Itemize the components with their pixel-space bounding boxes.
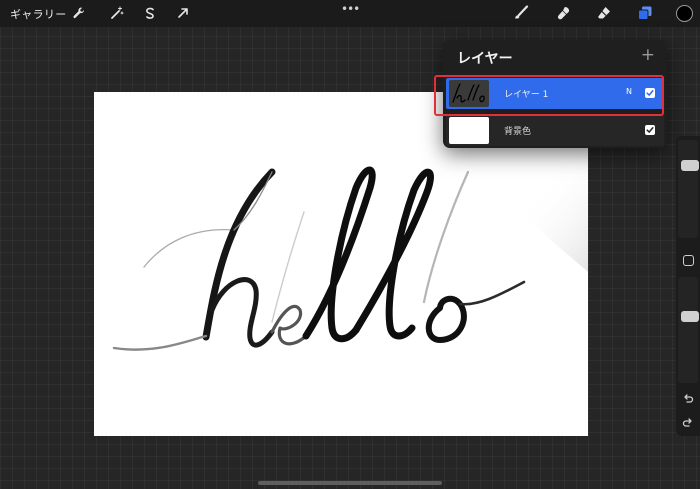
undo-icon[interactable] <box>681 392 695 406</box>
blend-mode-button[interactable]: N <box>626 87 632 96</box>
smudge-icon[interactable] <box>555 4 573 22</box>
visibility-checkbox[interactable] <box>645 88 655 98</box>
layer-row-background-color[interactable]: 背景色 <box>446 115 664 146</box>
home-indicator <box>258 481 442 485</box>
layer-row-layer-1[interactable]: レイヤー 1 N <box>446 78 664 109</box>
add-layer-button[interactable]: + <box>641 45 655 65</box>
modify-square-icon[interactable] <box>683 255 694 266</box>
panel-title: レイヤー <box>457 51 513 67</box>
layer-thumbnail <box>449 117 489 144</box>
wrench-icon[interactable] <box>70 4 88 22</box>
layer-name: 背景色 <box>504 127 532 137</box>
eraser-icon[interactable] <box>595 4 613 22</box>
color-swatch[interactable] <box>676 5 693 22</box>
brush-size-slider[interactable] <box>678 140 699 238</box>
redo-icon[interactable] <box>681 416 695 430</box>
magic-wand-icon[interactable] <box>108 4 126 22</box>
gallery-button[interactable]: ギャラリー <box>10 6 67 22</box>
transform-icon[interactable] <box>174 4 192 22</box>
side-bar <box>676 136 700 436</box>
opacity-slider-thumb[interactable] <box>681 310 699 322</box>
brush-icon[interactable] <box>512 4 530 22</box>
layers-icon[interactable] <box>636 4 654 22</box>
brush-size-slider-thumb[interactable] <box>681 160 699 172</box>
visibility-checkbox[interactable] <box>645 125 655 135</box>
opacity-slider[interactable] <box>678 277 699 383</box>
more-options-icon[interactable]: ••• <box>341 2 360 16</box>
layer-name: レイヤー 1 <box>504 90 549 100</box>
layer-thumbnail <box>449 80 489 107</box>
selection-icon[interactable] <box>141 4 159 22</box>
top-toolbar: ギャラリー ••• <box>0 0 700 27</box>
layers-panel: レイヤー + レイヤー 1 N 背景色 <box>443 40 667 148</box>
